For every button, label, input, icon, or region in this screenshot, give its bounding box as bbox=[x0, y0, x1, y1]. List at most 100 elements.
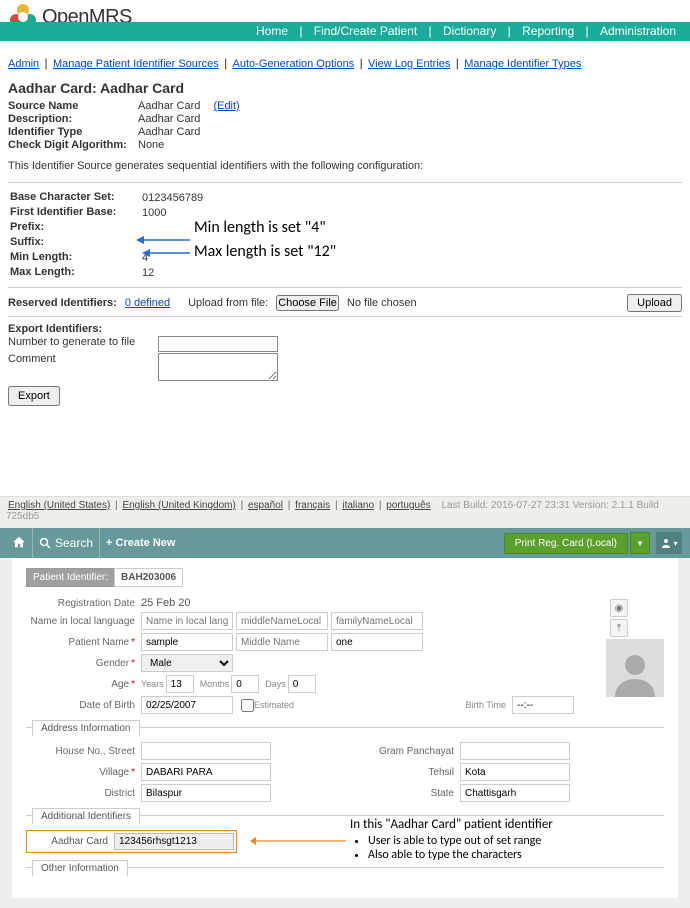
home-icon[interactable] bbox=[8, 535, 30, 552]
value-description: Aadhar Card bbox=[138, 113, 246, 126]
aadhar-card-input[interactable] bbox=[114, 833, 234, 850]
user-icon bbox=[660, 537, 672, 549]
nav-find-patient[interactable]: Find/Create Patient bbox=[306, 24, 425, 38]
locale-en-uk[interactable]: English (United Kingdom) bbox=[122, 500, 235, 511]
label-patient-name: Patient Name* bbox=[26, 637, 141, 648]
edit-link[interactable]: (Edit) bbox=[213, 100, 239, 112]
house-street-input[interactable] bbox=[141, 742, 271, 760]
locale-bar: English (United States) | English (Unite… bbox=[0, 496, 690, 528]
comment-textarea[interactable] bbox=[158, 353, 278, 381]
reserved-identifiers-row: Reserved Identifiers: 0 defined Upload f… bbox=[8, 290, 682, 317]
name-local-last-input[interactable] bbox=[331, 612, 423, 630]
crumb-view-log[interactable]: View Log Entries bbox=[368, 58, 450, 70]
dob-input[interactable] bbox=[141, 696, 233, 714]
crumb-admin[interactable]: Admin bbox=[8, 58, 39, 70]
label-years: Years bbox=[141, 679, 164, 689]
camera-icon[interactable]: ◉ bbox=[610, 599, 628, 617]
section-address-information: Address Information bbox=[26, 727, 664, 744]
label-age: Age* bbox=[26, 679, 141, 690]
state-input[interactable] bbox=[460, 784, 570, 802]
callout-title: In this "Aadhar Card" patient identifier bbox=[350, 817, 670, 832]
locale-en-us[interactable]: English (United States) bbox=[8, 500, 110, 511]
label-birth-time: Birth Time bbox=[446, 700, 506, 710]
nav-reporting[interactable]: Reporting bbox=[514, 24, 582, 38]
label-prefix: Prefix: bbox=[10, 221, 140, 234]
value-registration-date: 25 Feb 20 bbox=[141, 597, 191, 609]
patient-name-first-input[interactable] bbox=[141, 633, 233, 651]
label-identifier-type: Identifier Type bbox=[8, 126, 138, 139]
label-comment: Comment bbox=[8, 353, 158, 365]
locale-pt[interactable]: português bbox=[386, 500, 430, 511]
birth-time-input[interactable] bbox=[512, 696, 574, 714]
label-district: District bbox=[26, 788, 141, 799]
chevron-down-icon: ▾ bbox=[673, 539, 677, 548]
label-max-length: Max Length: bbox=[10, 266, 140, 279]
label-days: Days bbox=[265, 679, 286, 689]
label-state: State bbox=[360, 788, 460, 799]
label-months: Months bbox=[200, 679, 230, 689]
annotation-max-length: Max length is set "12" bbox=[194, 242, 336, 261]
section-other-label: Other Information bbox=[32, 860, 128, 876]
label-house-street: House No., Street bbox=[26, 746, 141, 757]
name-local-middle-input[interactable] bbox=[236, 612, 328, 630]
section-address-label: Address Information bbox=[32, 720, 140, 736]
name-local-first-input[interactable] bbox=[141, 612, 233, 630]
arrow-max-icon bbox=[142, 246, 190, 260]
tehsil-input[interactable] bbox=[460, 763, 570, 781]
gram-input[interactable] bbox=[460, 742, 570, 760]
locale-es[interactable]: español bbox=[248, 500, 283, 511]
search-button[interactable]: Search bbox=[32, 528, 100, 558]
patient-name-last-input[interactable] bbox=[331, 633, 423, 651]
estimated-checkbox[interactable] bbox=[241, 699, 254, 712]
nav-home[interactable]: Home bbox=[248, 24, 296, 38]
value-base-charset: 0123456789 bbox=[142, 191, 203, 204]
annotation-callout: In this "Aadhar Card" patient identifier… bbox=[350, 817, 670, 862]
label-base-charset: Base Character Set: bbox=[10, 191, 140, 204]
value-identifier-type: Aadhar Card bbox=[138, 126, 246, 139]
locale-fr[interactable]: français bbox=[295, 500, 330, 511]
config-description: This Identifier Source generates sequent… bbox=[8, 160, 682, 172]
nav-administration[interactable]: Administration bbox=[592, 24, 684, 38]
label-first-base: First Identifier Base: bbox=[10, 206, 140, 219]
create-new-label: Create New bbox=[116, 537, 176, 549]
avatar bbox=[606, 639, 664, 697]
export-button[interactable]: Export bbox=[8, 386, 60, 406]
label-gender: Gender* bbox=[26, 658, 141, 669]
breadcrumb: Admin | Manage Patient Identifier Source… bbox=[8, 56, 682, 70]
annotation-min-length: Min length is set "4" bbox=[194, 218, 326, 237]
label-gram-panchayat: Gram Panchayat bbox=[360, 746, 460, 757]
chevron-down-icon: ▾ bbox=[638, 538, 643, 549]
print-dropdown[interactable]: ▾ bbox=[630, 532, 650, 554]
app-toolbar: Search + Create New Print Reg. Card (Loc… bbox=[0, 528, 690, 558]
upload-button[interactable]: Upload bbox=[627, 294, 682, 312]
openmrs-header: OpenMRS Home | Find/Create Patient | Dic… bbox=[0, 0, 690, 44]
patient-name-middle-input[interactable] bbox=[236, 633, 328, 651]
district-input[interactable] bbox=[141, 784, 271, 802]
choose-file-button[interactable]: Choose File bbox=[276, 295, 339, 311]
age-years-input[interactable] bbox=[166, 675, 194, 693]
arrow-min-icon bbox=[136, 233, 190, 247]
number-to-generate-input[interactable] bbox=[158, 336, 278, 352]
link-defined-count[interactable]: 0 defined bbox=[125, 297, 170, 309]
gender-select[interactable]: Male bbox=[141, 654, 233, 672]
upload-photo-icon[interactable]: ⤒ bbox=[610, 619, 628, 637]
source-details-table: Source Name Aadhar Card (Edit) Descripti… bbox=[8, 100, 246, 152]
label-min-length: Min Length: bbox=[10, 251, 140, 264]
age-days-input[interactable] bbox=[288, 675, 316, 693]
callout-bullet-2: Also able to type the characters bbox=[368, 848, 670, 862]
crumb-manage-sources[interactable]: Manage Patient Identifier Sources bbox=[53, 58, 219, 70]
age-months-input[interactable] bbox=[231, 675, 259, 693]
label-suffix: Suffix: bbox=[10, 236, 140, 249]
nav-dictionary[interactable]: Dictionary bbox=[435, 24, 504, 38]
crumb-manage-types[interactable]: Manage Identifier Types bbox=[464, 58, 581, 70]
label-dob: Date of Birth bbox=[26, 700, 141, 711]
patient-identifier-bar: Patient Identifier:BAH203006 bbox=[26, 568, 664, 587]
crumb-autogen-options[interactable]: Auto-Generation Options bbox=[233, 58, 355, 70]
label-registration-date: Registration Date bbox=[26, 598, 141, 609]
village-input[interactable] bbox=[141, 763, 271, 781]
print-reg-card-button[interactable]: Print Reg. Card (Local) bbox=[504, 533, 628, 554]
user-menu[interactable]: ▾ bbox=[656, 532, 682, 554]
locale-it[interactable]: italiano bbox=[342, 500, 374, 511]
search-icon bbox=[39, 537, 51, 549]
create-new-button[interactable]: + Create New bbox=[106, 537, 175, 549]
